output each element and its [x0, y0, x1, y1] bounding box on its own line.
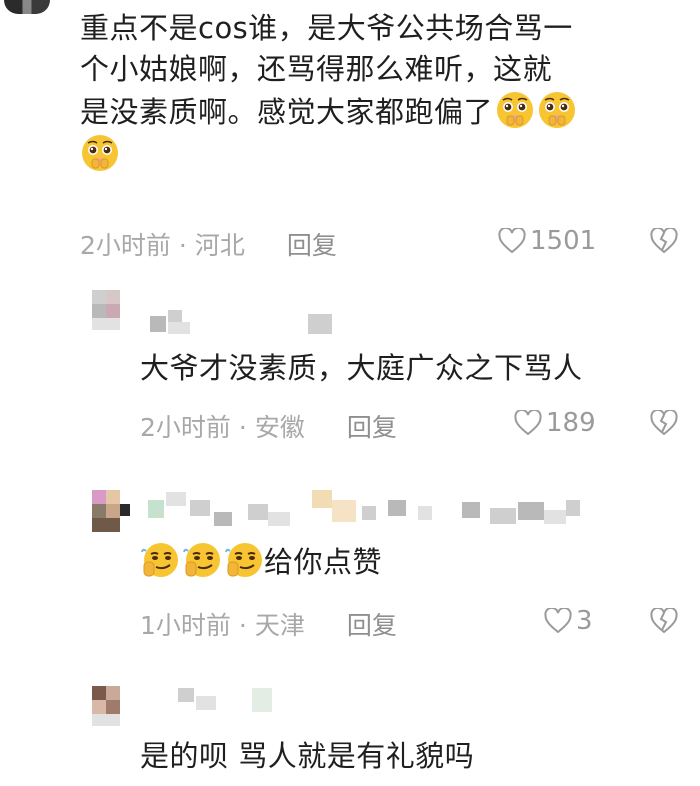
avatar[interactable] — [92, 686, 132, 726]
smirk-salute-emoji — [183, 543, 220, 577]
heart-outline-icon — [498, 228, 526, 254]
reply-button[interactable]: 回复 — [347, 611, 397, 640]
pleading-face-emoji — [82, 135, 118, 171]
broken-heart-icon[interactable] — [650, 410, 678, 436]
comment-location: 河北 — [194, 231, 245, 260]
comment-body: 重点不是cos谁，是大爷公共场合骂一 个小姑娘啊，还骂得那么难听，这就 是没素质… — [80, 8, 690, 176]
pleading-face-emoji — [539, 92, 576, 128]
broken-heart-icon[interactable] — [650, 608, 678, 634]
like-count: 3 — [576, 606, 593, 636]
comment-time: 2小时前 — [140, 413, 231, 442]
like-button[interactable]: 189 — [514, 408, 596, 438]
heart-outline-icon — [544, 608, 572, 634]
reply-body: 大爷才没素质，大庭广众之下骂人 — [140, 351, 583, 385]
like-button[interactable]: 3 — [544, 606, 593, 636]
smirk-salute-emoji — [225, 543, 262, 577]
username-blurred — [150, 308, 350, 334]
avatar[interactable] — [92, 490, 136, 534]
comment-time: 1小时前 — [140, 611, 231, 640]
avatar[interactable] — [4, 0, 50, 14]
like-button[interactable]: 1501 — [498, 226, 596, 256]
reply-body: 是的呗 骂人就是有礼貌吗 — [140, 739, 475, 773]
comment-line: 是没素质啊。感觉大家都跑偏了 — [80, 90, 690, 133]
reply-button[interactable]: 回复 — [347, 413, 397, 442]
comment-meta: 2小时前 · 河北 回复 — [80, 226, 337, 262]
broken-heart-icon[interactable] — [650, 228, 678, 254]
comment-line: 个小姑娘啊，还骂得那么难听，这就 — [80, 52, 553, 86]
meta-separator: · — [178, 231, 187, 260]
comment-location: 安徽 — [254, 413, 305, 442]
meta-separator: · — [238, 611, 247, 640]
comment-line — [80, 133, 690, 176]
comment-line-text: 是没素质啊。感觉大家都跑偏了 — [80, 95, 494, 129]
comment-thread: 重点不是cos谁，是大爷公共场合骂一 个小姑娘啊，还骂得那么难听，这就 是没素质… — [0, 0, 700, 786]
username-blurred — [148, 490, 588, 530]
avatar[interactable] — [92, 290, 132, 330]
comment-location: 天津 — [254, 611, 305, 640]
comment-time: 2小时前 — [80, 231, 171, 260]
meta-separator: · — [238, 413, 247, 442]
reply-body-text: 给你点赞 — [264, 545, 383, 579]
smirk-salute-emoji — [141, 543, 178, 577]
reply-body: 给你点赞 — [140, 540, 382, 583]
like-count: 189 — [546, 408, 596, 438]
comment-meta: 2小时前 · 安徽 回复 — [140, 408, 397, 444]
username-blurred — [148, 686, 308, 716]
comment-meta: 1小时前 · 天津 回复 — [140, 606, 397, 642]
pleading-face-emoji — [497, 92, 534, 128]
like-count: 1501 — [530, 226, 597, 256]
comment-line: 重点不是cos谁，是大爷公共场合骂一 — [80, 11, 573, 45]
reply-button[interactable]: 回复 — [287, 231, 337, 260]
heart-outline-icon — [514, 410, 542, 436]
